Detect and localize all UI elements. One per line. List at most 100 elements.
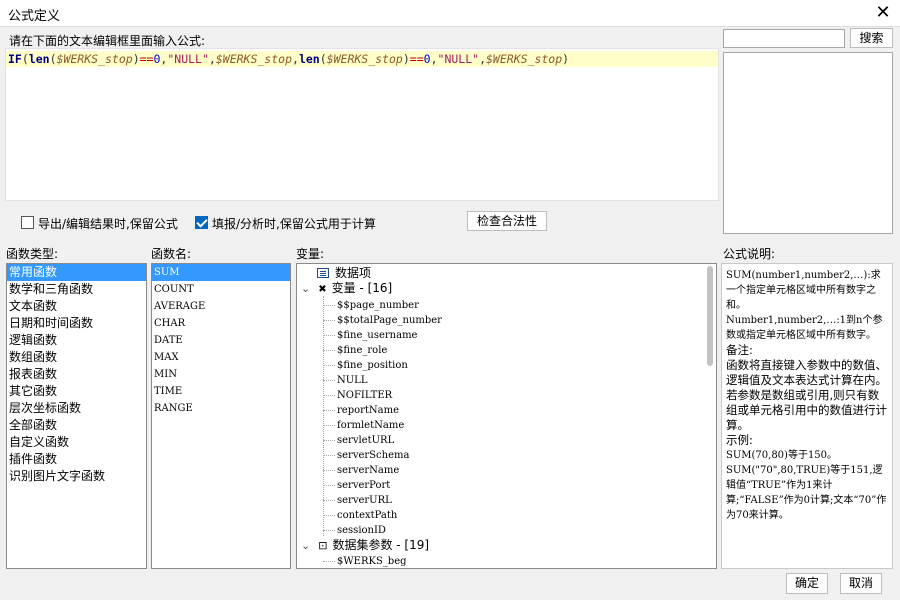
list-item[interactable]: MAX [152,349,290,366]
tree-guide-line [323,470,335,471]
description-label: 公式说明: [723,247,776,261]
list-item[interactable]: 识别图片文字函数 [7,468,146,485]
keep-on-export-label: 导出/编辑结果时,保留公式 [38,217,178,231]
tree-item-variable[interactable]: serverSchema [337,448,409,463]
tree-item-variable[interactable]: serverPort [337,478,390,493]
list-item[interactable]: 层次坐标函数 [7,400,146,417]
description-line: SUM(number1,number2,…):求一个指定单元格区域中所有数字之和… [726,270,881,311]
formula-token: $WERKS_stop [486,52,563,66]
formula-token: == [409,52,424,66]
list-item[interactable]: 文本函数 [7,298,146,315]
tree-item-variable[interactable]: NULL [337,373,367,388]
list-item[interactable]: 全部函数 [7,417,146,434]
tree-item-variable[interactable]: $$totalPage_number [337,313,442,328]
tree-group-label: 数据集参数 - [19] [332,538,430,552]
func-type-list[interactable]: 常用函数 数学和三角函数 文本函数 日期和时间函数 逻辑函数 数组函数 报表函数 其它函数 层次… [6,263,147,569]
keep-on-export-checkbox[interactable] [21,216,34,229]
list-item[interactable]: SUM [152,264,290,281]
tree-item-label: 数据项 [335,266,372,280]
list-item[interactable]: MIN [152,366,290,383]
tree-item-data[interactable]: 数据项 [317,266,371,281]
tree-item-variable[interactable]: $$page_number [337,298,419,313]
formula-token: "NULL" [167,52,209,66]
tree-item-variable[interactable]: $fine_position [337,358,408,373]
editor-prompt: 请在下面的文本编辑框里面输入公式: [9,34,206,48]
tree-guide-line [323,410,335,411]
tree-scrollbar[interactable] [707,266,713,366]
ok-button[interactable]: 确定 [786,573,828,594]
tree-item-variable[interactable]: serverURL [337,493,392,508]
chevron-down-icon[interactable]: ⌄ [301,539,310,552]
formula-token: ) [562,52,570,66]
tree-item-variable[interactable]: $fine_username [337,328,417,343]
tree-guide-line [323,320,335,321]
tree-group-variables[interactable]: ⌄ ✖ 变量 - [16] [301,281,392,296]
formula-token: , [430,52,438,66]
list-item[interactable]: 插件函数 [7,451,146,468]
tree-guide-line [323,455,335,456]
list-item[interactable]: DATE [152,332,290,349]
list-item[interactable]: 日期和时间函数 [7,315,146,332]
tree-guide-line [323,500,335,501]
tree-item-variable[interactable]: $WERKS_beg [337,554,407,568]
tree-item-variable[interactable]: $fine_role [337,343,387,358]
chevron-down-icon[interactable]: ⌄ [301,282,310,295]
formula-token: ( [319,52,327,66]
list-item[interactable]: 其它函数 [7,383,146,400]
tree-guide-line [323,335,335,336]
tree-guide-line [323,515,335,516]
variables-label: 变量: [296,247,325,261]
formula-token: $WERKS_stop [56,52,133,66]
tree-item-variable[interactable]: NOFILTER [337,388,392,403]
search-results-list[interactable] [723,52,893,234]
list-item[interactable]: 常用函数 [7,264,146,281]
func-name-list[interactable]: SUM COUNT AVERAGE CHAR DATE MAX MIN TIME RANGE [151,263,291,569]
formula-token: ) [402,52,410,66]
search-button[interactable]: 搜索 [850,28,893,48]
list-item[interactable]: 数组函数 [7,349,146,366]
tree-item-variable[interactable]: formletName [337,418,404,433]
variable-icon: ✖ [318,284,327,295]
keep-for-calc-label: 填报/分析时,保留公式用于计算 [212,217,376,231]
list-item[interactable]: AVERAGE [152,298,290,315]
tree-item-variable[interactable]: sessionID [337,523,386,538]
tree-item-variable[interactable]: servletURL [337,433,394,448]
tree-guide-line [323,365,335,366]
window-title: 公式定义 [8,9,61,24]
check-validity-button[interactable]: 检查合法性 [467,211,547,231]
list-item[interactable]: 逻辑函数 [7,332,146,349]
formula-token: , [479,52,486,66]
list-item[interactable]: 自定义函数 [7,434,146,451]
formula-token: ) [132,52,140,66]
variables-tree[interactable]: 数据项 ⌄ ✖ 变量 - [16] $$page_number $$totalPage_n… [296,263,717,569]
description-line: 示例: [726,433,753,447]
list-item[interactable]: CHAR [152,315,290,332]
list-item[interactable]: RANGE [152,400,290,417]
tree-item-variable[interactable]: contextPath [337,508,397,523]
list-item[interactable]: COUNT [152,281,290,298]
tree-group-dataset[interactable]: ⌄ ⊡ 数据集参数 - [19] [301,538,429,553]
formula-editor[interactable]: IF(len($WERKS_stop)==0,"NULL",$WERKS_sto… [5,48,719,201]
search-input[interactable] [723,29,845,48]
tree-item-variable[interactable]: reportName [337,403,399,418]
tree-guide-line [323,380,335,381]
list-item[interactable]: 报表函数 [7,366,146,383]
formula-line[interactable]: IF(len($WERKS_stop)==0,"NULL",$WERKS_sto… [6,51,718,67]
description-line: SUM("70",80,TRUE)等于151,逻辑值“TRUE”作为1来计算;“… [726,465,887,521]
func-type-label: 函数类型: [6,247,59,261]
formula-token: len [28,52,50,66]
tree-guide-line [323,561,335,562]
formula-token: "NULL" [437,52,480,66]
close-icon[interactable]: ✕ [872,2,894,24]
list-item[interactable]: 数学和三角函数 [7,281,146,298]
description-line: SUM(70,80)等于150。 [726,450,838,461]
list-item[interactable]: TIME [152,383,290,400]
title-bar: 公式定义 ✕ [0,0,900,27]
formula-token: ( [21,52,29,66]
formula-token: ( [49,52,57,66]
cancel-button[interactable]: 取消 [840,573,882,594]
tree-guide-line [323,440,335,441]
keep-for-calc-checkbox[interactable] [195,216,208,229]
tree-item-variable[interactable]: serverName [337,463,399,478]
formula-token: == [139,52,154,66]
